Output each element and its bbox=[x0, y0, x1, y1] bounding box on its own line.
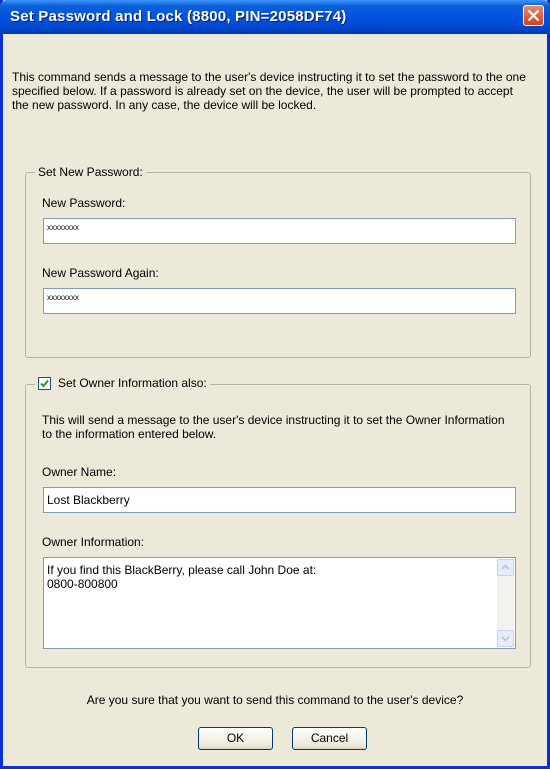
owner-information-text: If you find this BlackBerry, please call… bbox=[47, 563, 317, 591]
confirm-text: Are you sure that you want to send this … bbox=[86, 693, 464, 707]
ok-button[interactable]: OK bbox=[198, 727, 273, 750]
cancel-button[interactable]: Cancel bbox=[292, 727, 367, 750]
owner-info-legend: Set Owner Information also: bbox=[35, 376, 210, 390]
new-password-again-label: New Password Again: bbox=[42, 266, 159, 280]
new-password-again-field[interactable]: xxxxxxxx bbox=[43, 288, 516, 314]
set-owner-info-checkbox[interactable] bbox=[38, 376, 51, 390]
close-icon bbox=[527, 9, 540, 22]
owner-information-label: Owner Information: bbox=[42, 535, 145, 549]
chevron-up-icon bbox=[501, 564, 510, 570]
window-title: Set Password and Lock (8800, PIN=2058DF7… bbox=[10, 8, 347, 25]
title-bar[interactable]: Set Password and Lock (8800, PIN=2058DF7… bbox=[0, 0, 550, 34]
scroll-down-button[interactable] bbox=[497, 630, 514, 647]
password-group-legend: Set New Password: bbox=[35, 165, 146, 179]
scroll-up-button[interactable] bbox=[497, 559, 514, 576]
checkmark-icon bbox=[40, 379, 49, 387]
owner-info-description: This will send a message to the user's d… bbox=[42, 413, 505, 441]
chevron-down-icon bbox=[501, 636, 510, 642]
new-password-label: New Password: bbox=[42, 196, 126, 210]
owner-information-textarea[interactable]: If you find this BlackBerry, please call… bbox=[43, 557, 516, 649]
new-password-field[interactable]: xxxxxxxx bbox=[43, 218, 516, 244]
close-button[interactable] bbox=[523, 5, 544, 26]
owner-information-scrollbar[interactable] bbox=[497, 559, 514, 647]
intro-text: This command sends a message to the user… bbox=[12, 70, 526, 112]
owner-name-label: Owner Name: bbox=[42, 465, 117, 479]
set-owner-info-label[interactable]: Set Owner Information also: bbox=[58, 376, 207, 390]
dialog-window: Set Password and Lock (8800, PIN=2058DF7… bbox=[0, 0, 550, 769]
owner-name-field[interactable]: Lost Blackberry bbox=[43, 487, 516, 513]
